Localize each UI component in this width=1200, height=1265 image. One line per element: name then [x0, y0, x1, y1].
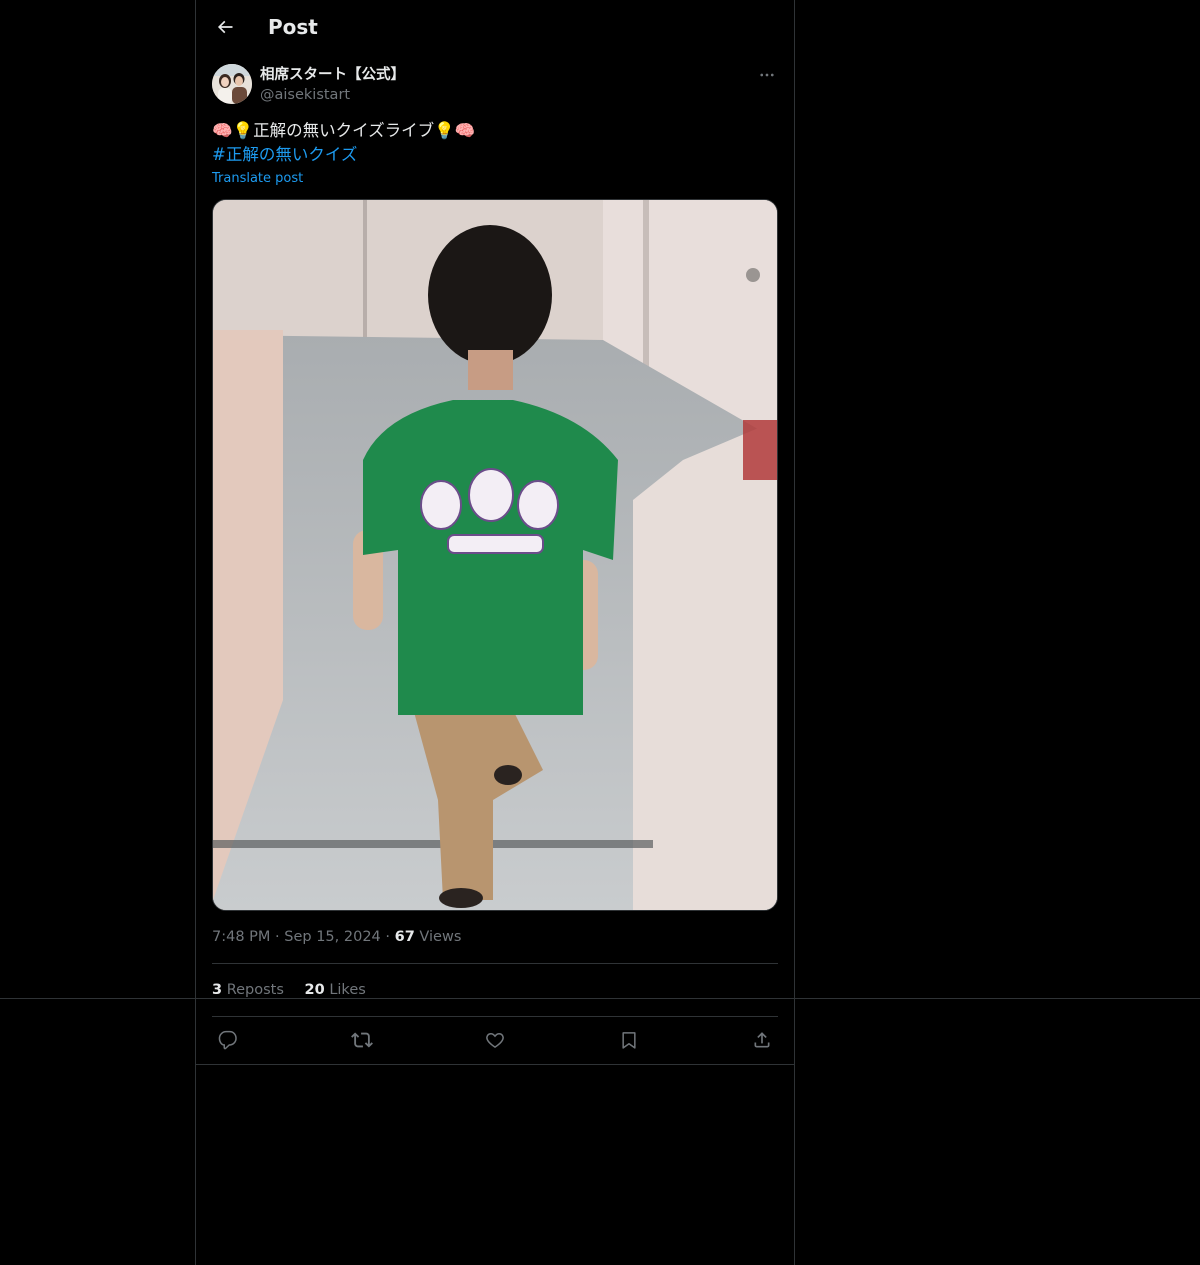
- post-time[interactable]: 7:48 PM: [212, 929, 270, 945]
- post-author: 相席スタート【公式】 @aisekistart: [212, 64, 778, 108]
- page-title: Post: [268, 15, 318, 39]
- post-body: 🧠💡正解の無いクイズライブ💡🧠: [212, 121, 476, 140]
- post-actions: [212, 1024, 778, 1056]
- translate-post-link[interactable]: Translate post: [212, 170, 303, 188]
- post-meta: 7:48 PM · Sep 15, 2024 · 67 Views: [212, 927, 461, 947]
- primary-column: Post 相席スタート【公式】 @aisekistart 🧠💡正解の無いクイズラ…: [195, 0, 795, 1265]
- display-name[interactable]: 相席スタート【公式】: [260, 65, 405, 85]
- arrow-left-icon: [217, 20, 233, 34]
- like-button[interactable]: [479, 1024, 511, 1056]
- meta-separator: ·: [385, 929, 390, 945]
- hashtag-link[interactable]: #正解の無いクイズ: [212, 143, 778, 167]
- views-label: Views: [419, 929, 462, 945]
- likes-stat[interactable]: 20 Likes: [305, 982, 366, 998]
- divider: [212, 963, 778, 964]
- share-button[interactable]: [746, 1024, 778, 1056]
- reply-button[interactable]: [212, 1024, 244, 1056]
- photo-illustration: [213, 200, 777, 910]
- post-image[interactable]: [212, 199, 778, 911]
- share-icon: [754, 1032, 770, 1048]
- avatar[interactable]: [212, 64, 252, 104]
- more-horizontal-icon: [760, 73, 774, 77]
- divider: [196, 1064, 794, 1065]
- post-date[interactable]: Sep 15, 2024: [284, 929, 381, 945]
- heart-icon: [486, 1032, 504, 1048]
- post-stats: 3 Reposts 20 Likes: [212, 980, 366, 1000]
- more-button[interactable]: [756, 64, 778, 86]
- repost-button[interactable]: [346, 1024, 378, 1056]
- top-bar: Post: [196, 0, 794, 54]
- bookmark-button[interactable]: [613, 1024, 645, 1056]
- likes-count: 20: [304, 982, 325, 998]
- repost-icon: [350, 1032, 373, 1048]
- back-button[interactable]: [208, 10, 242, 44]
- bookmark-icon: [621, 1032, 636, 1049]
- likes-label: Likes: [329, 982, 366, 998]
- views-count: 67: [394, 929, 415, 945]
- reposts-count: 3: [212, 982, 223, 998]
- post-text: 🧠💡正解の無いクイズライブ💡🧠 #正解の無いクイズ: [212, 119, 778, 167]
- reply-icon: [218, 1030, 237, 1050]
- user-handle[interactable]: @aisekistart: [260, 85, 350, 105]
- avatar-image: [212, 64, 252, 104]
- reposts-stat[interactable]: 3 Reposts: [212, 982, 289, 998]
- reposts-label: Reposts: [226, 982, 284, 998]
- divider: [212, 1016, 778, 1017]
- meta-separator: ·: [275, 929, 280, 945]
